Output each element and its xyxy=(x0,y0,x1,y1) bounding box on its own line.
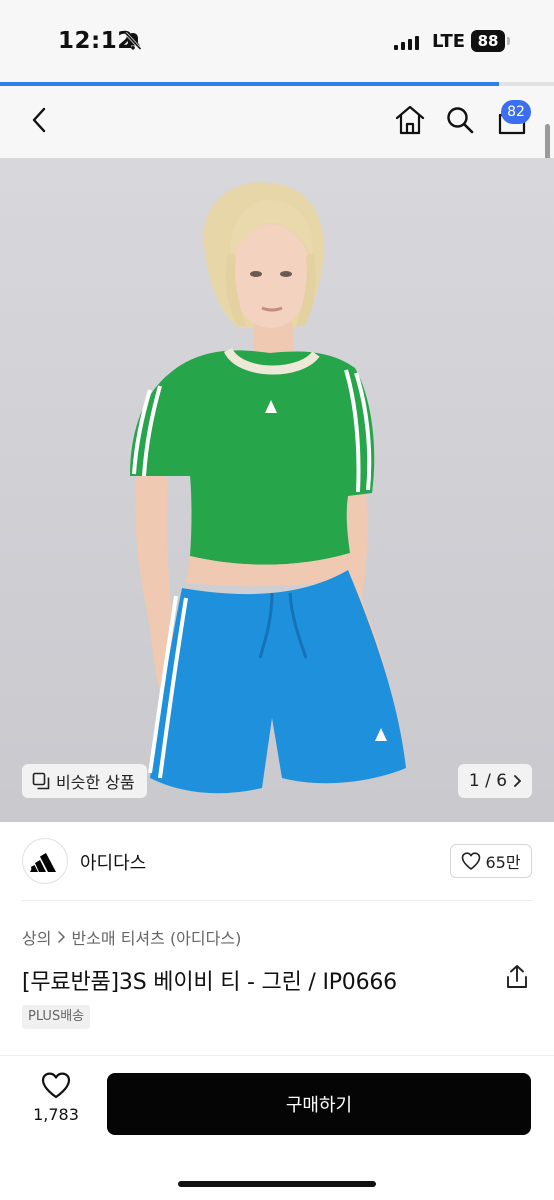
bell-off-icon xyxy=(124,31,142,51)
breadcrumb: 상의 반소매 티셔츠 (아디다스) xyxy=(22,925,241,949)
breadcrumb-category[interactable]: 상의 xyxy=(22,925,51,949)
image-page-label: 1 / 6 xyxy=(468,771,508,791)
home-button[interactable] xyxy=(390,100,430,140)
chevron-left-icon xyxy=(32,107,46,133)
wishlist-count: 1,783 xyxy=(33,1105,79,1124)
home-indicator[interactable] xyxy=(178,1181,376,1187)
heart-icon xyxy=(462,852,481,870)
similar-products-label: 비슷한 상품 xyxy=(56,773,135,792)
brand-like-button[interactable]: 65만 xyxy=(450,844,532,878)
similar-products-button[interactable]: 비슷한 상품 xyxy=(22,764,147,798)
divider xyxy=(22,900,532,901)
cart-count-badge: 82 xyxy=(501,100,531,124)
buy-button[interactable]: 구매하기 xyxy=(107,1073,531,1135)
product-title: [무료반품]3S 베이비 티 - 그린 / IP0666 xyxy=(22,970,397,995)
chevron-right-icon xyxy=(58,931,66,943)
home-icon xyxy=(395,105,425,135)
product-image[interactable] xyxy=(0,158,554,822)
adidas-logo-icon xyxy=(30,853,56,872)
brand-like-count: 65만 xyxy=(485,853,521,872)
shipping-badge: PLUS배송 xyxy=(22,1005,91,1029)
search-icon xyxy=(447,107,474,134)
image-page-indicator[interactable]: 1 / 6 xyxy=(458,764,532,798)
signal-icon xyxy=(394,36,420,50)
product-photo xyxy=(130,182,406,794)
wishlist-button[interactable]: 1,783 xyxy=(26,1072,86,1136)
copy-icon xyxy=(32,772,50,790)
nav-bar xyxy=(0,86,554,158)
search-button[interactable] xyxy=(440,100,480,140)
heart-icon xyxy=(41,1072,71,1099)
chevron-right-icon xyxy=(514,775,522,787)
status-bar: 12:12 LTE 88 xyxy=(0,0,554,82)
network-label: LTE xyxy=(432,31,466,52)
battery-icon: 88 xyxy=(471,30,505,52)
brand-name[interactable]: 아디다스 xyxy=(80,849,146,875)
share-icon[interactable] xyxy=(504,964,530,990)
battery-tip xyxy=(507,37,510,45)
breadcrumb-subcategory[interactable]: 반소매 티셔츠 (아디다스) xyxy=(71,925,241,949)
brand-logo[interactable] xyxy=(22,838,68,884)
back-button[interactable] xyxy=(20,100,60,140)
